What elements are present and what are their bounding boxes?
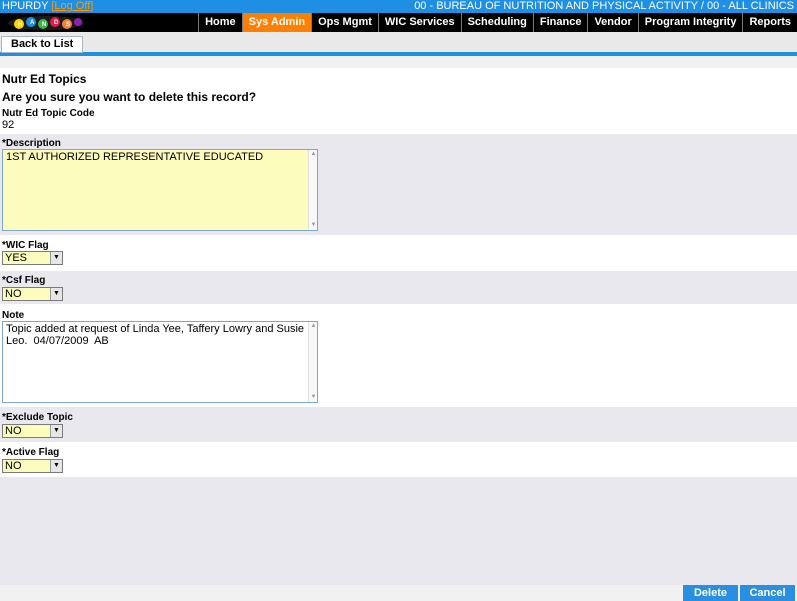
scroll-up-icon[interactable]: ▲ — [310, 151, 317, 158]
bracket-close: ] — [90, 0, 94, 12]
nav-item-finance[interactable]: Finance — [532, 13, 588, 32]
csf-flag-value: NO — [5, 288, 22, 300]
page-title: Nutr Ed Topics — [2, 72, 87, 86]
note-label: Note — [2, 310, 25, 321]
csf-flag-label: *Csf Flag — [2, 275, 46, 286]
back-to-list-button[interactable]: Back to List — [1, 36, 84, 53]
nav-item-wic-services[interactable]: WIC Services — [377, 13, 461, 32]
description-label: *Description — [2, 138, 61, 149]
logoff-link[interactable]: Log Off — [54, 0, 90, 12]
description-textarea[interactable]: 1ST AUTHORIZED REPRESENTATIVE EDUCATED ▲… — [2, 149, 318, 231]
svg-text:S: S — [66, 22, 70, 28]
nav-menu: Home Sys Admin Ops Mgmt WIC Services Sch… — [198, 13, 797, 32]
description-scrollbar[interactable]: ▲ ▼ — [308, 150, 317, 230]
form-footer-area — [0, 477, 797, 585]
action-bar — [0, 585, 797, 601]
topic-code-value: 92 — [2, 119, 15, 131]
scroll-down-icon[interactable]: ▼ — [310, 394, 317, 401]
svg-text:A: A — [30, 20, 35, 26]
main-nav-bar: H A N D S Home Sys Admin Ops Mgmt WIC Se… — [0, 13, 797, 32]
chevron-down-icon: ▼ — [50, 288, 62, 300]
note-text-line-1: Topic added at request of Linda Yee, Taf… — [6, 323, 305, 335]
delete-confirm-message: Are you sure you want to delete this rec… — [2, 90, 257, 104]
wic-flag-select[interactable]: YES ▼ — [2, 251, 63, 265]
nav-item-ops-mgmt[interactable]: Ops Mgmt — [311, 13, 378, 32]
svg-text:D: D — [54, 20, 59, 26]
active-flag-value: NO — [5, 460, 22, 472]
wic-flag-value: YES — [5, 252, 28, 264]
delete-button[interactable]: Delete — [683, 585, 738, 601]
active-flag-label: *Active Flag — [2, 447, 60, 458]
topic-code-label: Nutr Ed Topic Code — [2, 108, 95, 119]
user-name: HPURDY — [2, 0, 49, 12]
scroll-up-icon[interactable]: ▲ — [310, 323, 317, 330]
active-flag-select[interactable]: NO ▼ — [2, 459, 63, 473]
chevron-down-icon: ▼ — [50, 425, 62, 437]
note-textarea[interactable]: Topic added at request of Linda Yee, Taf… — [2, 321, 318, 403]
nav-item-scheduling[interactable]: Scheduling — [460, 13, 533, 32]
app-logo-icon: H A N D S — [6, 14, 86, 31]
csf-flag-section — [0, 271, 797, 304]
nav-item-program-integrity[interactable]: Program Integrity — [637, 13, 743, 32]
nav-item-sys-admin[interactable]: Sys Admin — [241, 13, 312, 32]
exclude-topic-select[interactable]: NO ▼ — [2, 424, 63, 438]
svg-text:N: N — [42, 22, 46, 28]
nav-item-vendor[interactable]: Vendor — [587, 13, 637, 32]
chevron-down-icon: ▼ — [50, 460, 62, 472]
note-scrollbar[interactable]: ▲ ▼ — [308, 322, 317, 402]
chevron-down-icon: ▼ — [50, 252, 62, 264]
svg-text:H: H — [18, 22, 22, 28]
exclude-topic-value: NO — [5, 425, 22, 437]
description-text: 1ST AUTHORIZED REPRESENTATIVE EDUCATED — [6, 151, 264, 163]
exclude-topic-label: *Exclude Topic — [2, 412, 73, 423]
cancel-button[interactable]: Cancel — [740, 585, 795, 601]
nav-item-reports[interactable]: Reports — [742, 13, 797, 32]
spacer — [0, 56, 797, 68]
top-bar: HPURDY [Log Off] 00 - BUREAU OF NUTRITIO… — [0, 0, 797, 13]
exclude-topic-section — [0, 407, 797, 442]
nav-item-home[interactable]: Home — [198, 13, 242, 32]
note-text-line-2: Leo. 04/07/2009 AB — [6, 335, 109, 347]
wic-flag-label: *WIC Flag — [2, 240, 49, 251]
csf-flag-select[interactable]: NO ▼ — [2, 287, 63, 301]
user-info: HPURDY [Log Off] — [2, 0, 93, 13]
agency-clinic-label: 00 - BUREAU OF NUTRITION AND PHYSICAL AC… — [414, 0, 794, 12]
toolbar: Back to List — [0, 32, 797, 56]
scroll-down-icon[interactable]: ▼ — [310, 222, 317, 229]
